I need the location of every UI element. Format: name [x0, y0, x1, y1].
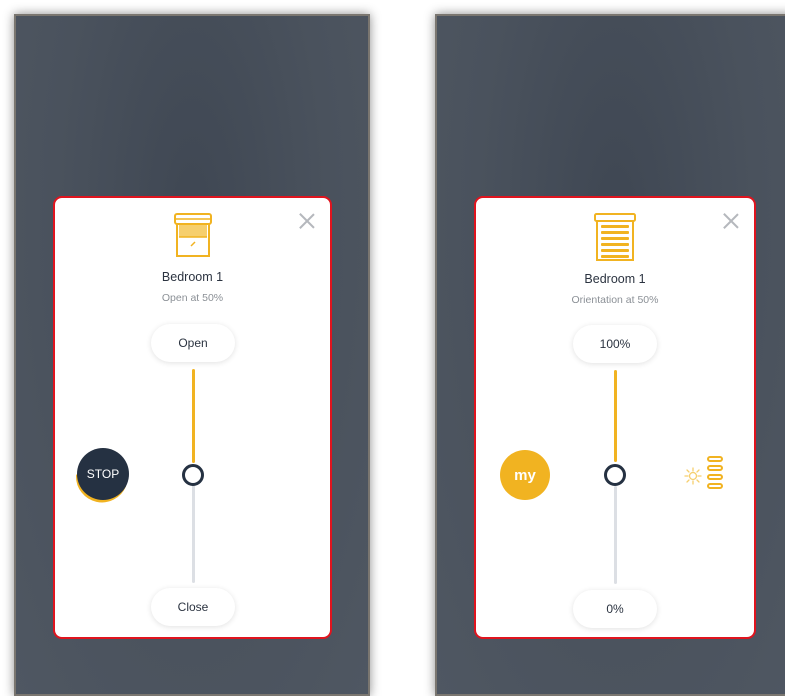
stop-button[interactable]: STOP [77, 448, 129, 500]
close-icon[interactable] [722, 212, 740, 230]
device-status: Open at 50% [161, 292, 224, 304]
sun-slats-icon[interactable] [682, 455, 726, 497]
orientation-0-button[interactable]: 0% [573, 590, 657, 628]
orientation-100-button[interactable]: 100% [573, 325, 657, 363]
slider-track-filled [614, 370, 617, 462]
close-icon[interactable] [298, 212, 316, 230]
venetian-blind-control-dialog: Bedroom 1 Orientation at 50% 100% my 0% [474, 196, 756, 639]
device-name: Bedroom 1 [161, 270, 224, 284]
position-slider-knob[interactable] [182, 464, 204, 486]
open-button[interactable]: Open [151, 324, 235, 362]
close-button[interactable]: Close [151, 588, 235, 626]
orientation-slider-knob[interactable] [604, 464, 626, 486]
device-status: Orientation at 50% [571, 294, 659, 306]
slider-track-empty [614, 486, 617, 584]
slider-track-filled [192, 369, 195, 463]
roller-shade-control-dialog: Bedroom 1 Open at 50% Open STOP Close [53, 196, 332, 639]
device-name: Bedroom 1 [584, 272, 646, 286]
roller-shade-icon [173, 213, 212, 257]
my-favorite-button[interactable]: my [500, 450, 550, 500]
slider-track-empty [192, 485, 195, 583]
venetian-blind-icon [594, 213, 636, 261]
